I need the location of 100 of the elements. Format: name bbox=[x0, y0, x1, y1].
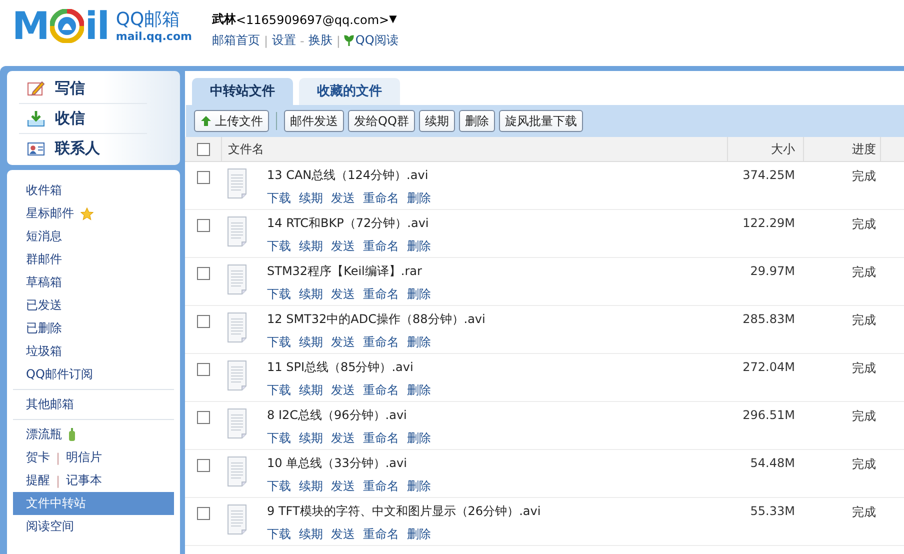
folder-link[interactable]: 短消息 bbox=[26, 228, 62, 245]
tab[interactable]: 收藏的文件 bbox=[299, 78, 400, 105]
file-action-link[interactable]: 重命名 bbox=[363, 238, 399, 255]
toolbar-button[interactable]: 删除 bbox=[458, 110, 495, 132]
checkbox[interactable] bbox=[196, 363, 210, 376]
folder-link[interactable]: 收件箱 bbox=[26, 182, 62, 199]
bottle-icon bbox=[68, 428, 76, 441]
file-name: STM32程序【Keil编译】.rar bbox=[267, 263, 423, 280]
action-link[interactable]: 收信 bbox=[19, 104, 147, 134]
document-icon bbox=[227, 264, 247, 295]
file-action-link[interactable]: 重命名 bbox=[363, 430, 399, 447]
file-action-link[interactable]: 删除 bbox=[407, 334, 431, 351]
file-action-link[interactable]: 下载 bbox=[267, 190, 291, 207]
file-action-link[interactable]: 续期 bbox=[299, 238, 323, 255]
checkbox[interactable] bbox=[196, 411, 210, 424]
logo-text: M bbox=[12, 8, 49, 44]
folder-link[interactable]: 明信片 bbox=[66, 449, 102, 466]
file-action-link[interactable]: 删除 bbox=[407, 526, 431, 543]
file-action-link[interactable]: 续期 bbox=[299, 286, 323, 303]
file-action-link[interactable]: 重命名 bbox=[363, 286, 399, 303]
file-action-link[interactable]: 续期 bbox=[299, 334, 323, 351]
file-action-link[interactable]: 续期 bbox=[299, 382, 323, 399]
folder-link[interactable]: 群邮件 bbox=[26, 251, 62, 268]
file-progress: 完成 bbox=[852, 408, 876, 425]
file-progress: 完成 bbox=[852, 504, 876, 521]
file-action-link[interactable]: 重命名 bbox=[363, 478, 399, 495]
folder-link[interactable]: 记事本 bbox=[66, 472, 102, 489]
checkbox[interactable] bbox=[196, 142, 210, 156]
file-action-link[interactable]: 续期 bbox=[299, 430, 323, 447]
folder-link[interactable]: 提醒 bbox=[26, 472, 50, 489]
action-link[interactable]: 联系人 bbox=[19, 134, 147, 163]
nav-link[interactable]: QQ阅读 bbox=[344, 32, 398, 49]
file-progress: 完成 bbox=[852, 216, 876, 233]
separator: | bbox=[56, 450, 60, 464]
user-email: <1165909697@qq.com> bbox=[236, 12, 390, 26]
file-action-link[interactable]: 重命名 bbox=[363, 334, 399, 351]
file-action-link[interactable]: 删除 bbox=[407, 478, 431, 495]
file-action-link[interactable]: 删除 bbox=[407, 190, 431, 207]
file-action-link[interactable]: 下载 bbox=[267, 478, 291, 495]
file-progress: 完成 bbox=[852, 312, 876, 329]
file-name: 8 I2C总线（96分钟）.avi bbox=[267, 407, 408, 424]
caret-icon[interactable]: ▼ bbox=[389, 14, 397, 25]
file-size: 29.97M bbox=[750, 264, 795, 280]
toolbar-button[interactable]: 上传文件 bbox=[194, 110, 269, 132]
file-action-link[interactable]: 重命名 bbox=[363, 526, 399, 543]
file-action-link[interactable]: 重命名 bbox=[363, 190, 399, 207]
checkbox[interactable] bbox=[196, 267, 210, 280]
checkbox[interactable] bbox=[196, 507, 210, 520]
file-action-link[interactable]: 续期 bbox=[299, 526, 323, 543]
file-action-link[interactable]: 下载 bbox=[267, 526, 291, 543]
checkbox[interactable] bbox=[196, 459, 210, 472]
file-action-link[interactable]: 下载 bbox=[267, 382, 291, 399]
document-icon bbox=[227, 360, 247, 391]
file-action-link[interactable]: 发送 bbox=[331, 478, 355, 495]
folder-link[interactable]: 贺卡 bbox=[26, 449, 50, 466]
folder-link[interactable]: 其他邮箱 bbox=[26, 396, 74, 413]
file-action-link[interactable]: 发送 bbox=[331, 238, 355, 255]
file-action-link[interactable]: 删除 bbox=[407, 286, 431, 303]
file-action-link[interactable]: 续期 bbox=[299, 190, 323, 207]
file-action-link[interactable]: 续期 bbox=[299, 478, 323, 495]
toolbar-button[interactable]: 发给QQ群 bbox=[348, 110, 415, 132]
toolbar-button[interactable]: 续期 bbox=[418, 110, 455, 132]
file-name: 12 SMT32中的ADC操作（88分钟）.avi bbox=[267, 311, 486, 328]
tab[interactable]: 中转站文件 bbox=[192, 78, 293, 105]
checkbox[interactable] bbox=[196, 315, 210, 328]
file-action-link[interactable]: 下载 bbox=[267, 238, 291, 255]
file-action-link[interactable]: 下载 bbox=[267, 430, 291, 447]
file-action-link[interactable]: 下载 bbox=[267, 286, 291, 303]
file-name: 13 CAN总线（124分钟）.avi bbox=[267, 167, 430, 184]
action-link[interactable]: 写信 bbox=[19, 74, 147, 104]
folder-link[interactable]: 阅读空间 bbox=[26, 518, 74, 535]
file-action-link[interactable]: 删除 bbox=[407, 238, 431, 255]
file-progress: 完成 bbox=[852, 168, 876, 185]
file-action-link[interactable]: 删除 bbox=[407, 382, 431, 399]
pencil-icon bbox=[27, 80, 45, 97]
folder-link[interactable]: QQ邮件订阅 bbox=[26, 366, 93, 383]
file-action-link[interactable]: 发送 bbox=[331, 190, 355, 207]
nav-link[interactable]: 设置 bbox=[272, 32, 296, 49]
file-action-link[interactable]: 发送 bbox=[331, 526, 355, 543]
file-name: 11 SPI总线（85分钟）.avi bbox=[267, 359, 414, 376]
folder-link[interactable]: 已发送 bbox=[26, 297, 62, 314]
file-action-link[interactable]: 发送 bbox=[331, 382, 355, 399]
file-action-link[interactable]: 发送 bbox=[331, 286, 355, 303]
document-icon bbox=[227, 504, 247, 535]
file-action-link[interactable]: 发送 bbox=[331, 334, 355, 351]
file-action-link[interactable]: 下载 bbox=[267, 334, 291, 351]
toolbar-button[interactable]: 旋风批量下载 bbox=[498, 110, 583, 132]
checkbox[interactable] bbox=[196, 219, 210, 232]
file-action-link[interactable]: 删除 bbox=[407, 430, 431, 447]
toolbar-button[interactable]: 邮件发送 bbox=[284, 110, 344, 132]
checkbox[interactable] bbox=[196, 171, 210, 184]
folder-link[interactable]: 已删除 bbox=[26, 320, 62, 337]
folder-link[interactable]: 星标邮件 bbox=[26, 205, 74, 222]
folder-link[interactable]: 漂流瓶 bbox=[26, 426, 62, 443]
folder-link[interactable]: 草稿箱 bbox=[26, 274, 62, 291]
file-action-link[interactable]: 发送 bbox=[331, 430, 355, 447]
nav-link[interactable]: 邮箱首页 bbox=[212, 32, 260, 49]
file-action-link[interactable]: 重命名 bbox=[363, 382, 399, 399]
folder-link[interactable]: 垃圾箱 bbox=[26, 343, 62, 360]
nav-link[interactable]: 换肤 bbox=[308, 32, 332, 49]
